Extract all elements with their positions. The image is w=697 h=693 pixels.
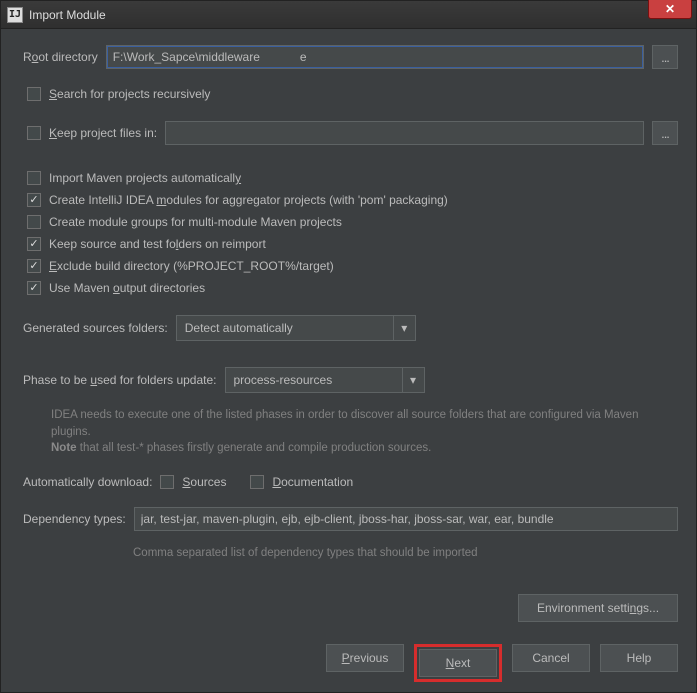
app-icon: IJ [7,7,23,23]
option-checkbox-4[interactable] [27,259,41,273]
search-recursively-row: Search for projects recursively [27,87,678,101]
phase-hint: IDEA needs to execute one of the listed … [51,407,678,457]
browse-root-button[interactable]: ... [652,45,678,69]
option-row-3: Keep source and test folders on reimport [27,237,678,251]
auto-download-label: Automatically download: [23,475,152,489]
dependency-types-row: Dependency types: [23,507,678,531]
download-docs-label: Documentation [272,475,353,489]
search-recursively-checkbox[interactable] [27,87,41,101]
phase-label: Phase to be used for folders update: [23,373,217,387]
chevron-down-icon: ▾ [393,316,415,340]
download-sources-label: Sources [182,475,226,489]
next-button[interactable]: Next [419,649,497,677]
option-checkbox-0[interactable] [27,171,41,185]
cancel-button[interactable]: Cancel [512,644,590,672]
titlebar: IJ Import Module ✕ [1,1,696,29]
dialog-footer: Previous Next Cancel Help [23,634,678,682]
option-checkbox-3[interactable] [27,237,41,251]
generated-sources-select[interactable]: Detect automatically ▾ [176,315,416,341]
option-row-0: Import Maven projects automatically [27,171,678,185]
dialog-body: Root directory ... Search for projects r… [1,29,696,692]
window-title: Import Module [29,8,106,22]
environment-settings-button[interactable]: Environment settings... [518,594,678,622]
keep-files-label: Keep project files in: [49,126,157,140]
dependency-types-label: Dependency types: [23,512,126,526]
close-button[interactable]: ✕ [648,0,692,19]
option-label-0: Import Maven projects automatically [49,171,241,185]
option-row-1: Create IntelliJ IDEA modules for aggrega… [27,193,678,207]
keep-files-row: Keep project files in: ... [27,121,678,145]
search-recursively-label: Search for projects recursively [49,87,210,101]
option-checkbox-5[interactable] [27,281,41,295]
import-module-window: IJ Import Module ✕ Root directory ... Se… [0,0,697,693]
import-options: Import Maven projects automatically Creat… [23,163,678,303]
root-directory-row: Root directory ... [23,45,678,69]
option-row-4: Exclude build directory (%PROJECT_ROOT%/… [27,259,678,273]
option-label-5: Use Maven output directories [49,281,205,295]
environment-settings-row: Environment settings... [23,594,678,622]
generated-sources-value: Detect automatically [177,321,393,335]
option-label-3: Keep source and test folders on reimport [49,237,266,251]
chevron-down-icon: ▾ [402,368,424,392]
keep-files-checkbox[interactable] [27,126,41,140]
option-label-2: Create module groups for multi-module Ma… [49,215,342,229]
dependency-types-hint: Comma separated list of dependency types… [133,545,678,562]
option-checkbox-1[interactable] [27,193,41,207]
option-row-2: Create module groups for multi-module Ma… [27,215,678,229]
phase-select[interactable]: process-resources ▾ [225,367,425,393]
next-button-highlight: Next [414,644,502,682]
auto-download-row: Automatically download: Sources Document… [23,475,678,489]
root-directory-input[interactable] [106,45,644,69]
option-label-4: Exclude build directory (%PROJECT_ROOT%/… [49,259,334,273]
download-docs-checkbox[interactable] [250,475,264,489]
keep-files-input[interactable] [165,121,644,145]
root-directory-label: Root directory [23,50,98,64]
phase-row: Phase to be used for folders update: pro… [23,367,678,393]
previous-button[interactable]: Previous [326,644,404,672]
generated-sources-label: Generated sources folders: [23,321,168,335]
option-checkbox-2[interactable] [27,215,41,229]
generated-sources-row: Generated sources folders: Detect automa… [23,315,678,341]
browse-keep-files-button[interactable]: ... [652,121,678,145]
option-label-1: Create IntelliJ IDEA modules for aggrega… [49,193,448,207]
option-row-5: Use Maven output directories [27,281,678,295]
dependency-types-input[interactable] [134,507,678,531]
help-button[interactable]: Help [600,644,678,672]
phase-value: process-resources [226,373,402,387]
download-sources-checkbox[interactable] [160,475,174,489]
